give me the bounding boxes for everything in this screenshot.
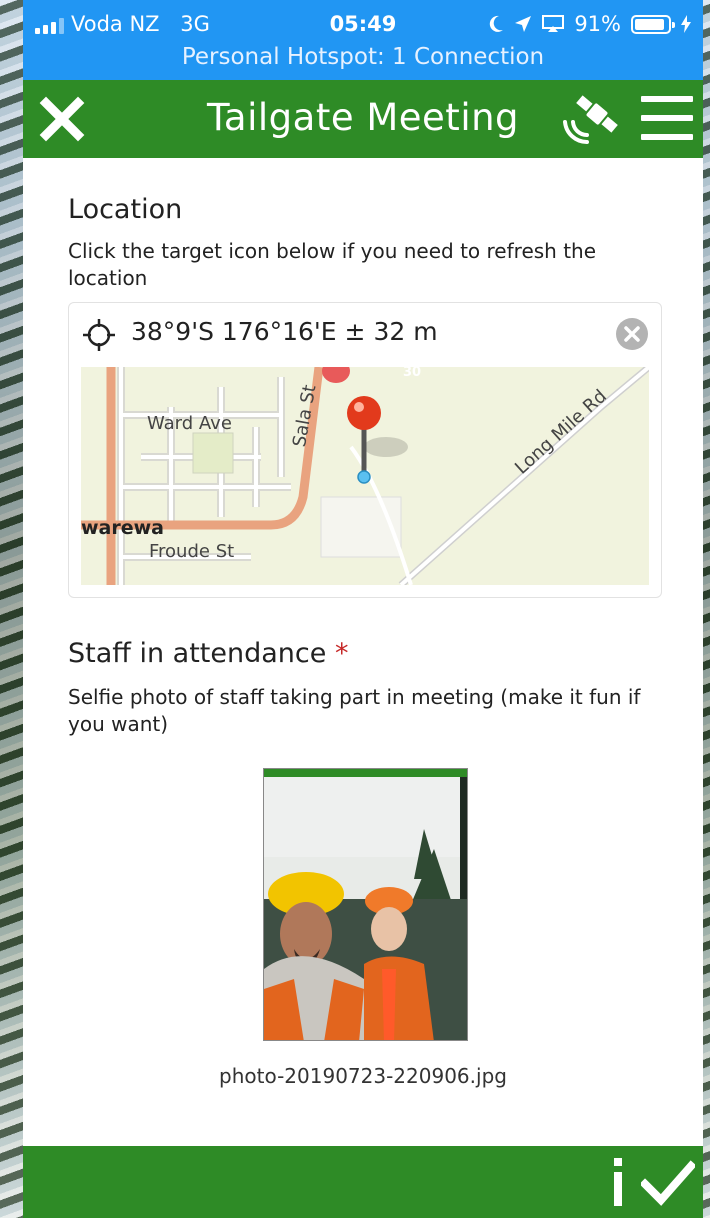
- app-bar: Tailgate Meeting: [23, 80, 703, 158]
- background-edge-left: [0, 0, 23, 1218]
- staff-hint: Selfie photo of staff taking part in mee…: [68, 685, 641, 736]
- map-label-froude-st: Froude St: [149, 541, 235, 562]
- status-bar: Voda NZ 3G 05:49 91% Personal Hotspot: 1…: [23, 0, 703, 80]
- staff-photo[interactable]: [263, 768, 468, 1041]
- submit-button[interactable]: [639, 1160, 697, 1206]
- hamburger-menu-icon: [641, 96, 693, 140]
- menu-button[interactable]: [641, 96, 693, 146]
- selfie-photo-image: [264, 769, 467, 1040]
- battery-icon: [631, 14, 675, 34]
- refresh-location-button[interactable]: [83, 319, 115, 351]
- required-marker: *: [334, 638, 349, 669]
- checkmark-icon: [639, 1160, 697, 1206]
- info-button[interactable]: [607, 1154, 629, 1210]
- moon-icon: [490, 15, 504, 32]
- bottom-toolbar: [23, 1146, 703, 1218]
- gps-status-button[interactable]: [559, 92, 619, 148]
- location-label: Location: [68, 194, 183, 225]
- info-icon: [614, 1158, 622, 1206]
- satellite-icon: [563, 95, 618, 145]
- hotspot-banner[interactable]: Personal Hotspot: 1 Connection: [23, 44, 703, 70]
- background-edge-right: [703, 0, 710, 1218]
- map-label-warewa: warewa: [81, 517, 165, 539]
- crosshair-icon: [83, 319, 115, 351]
- charging-bolt-icon: [681, 15, 691, 33]
- staff-label-text: Staff in attendance: [68, 638, 327, 669]
- airplay-icon: [542, 15, 565, 32]
- staff-label: Staff in attendance *: [68, 638, 348, 669]
- location-hint: Click the target icon below if you need …: [68, 239, 597, 290]
- location-map[interactable]: 30 Ward Ave Sala St Long Mile Rd Froude …: [81, 367, 649, 585]
- speed-sign-label: 30: [403, 367, 422, 380]
- clear-icon: [616, 318, 648, 350]
- battery-percent: 91%: [574, 12, 621, 36]
- location-field: 38°9'S 176°16'E ± 32 m 30 Ward Ave Sala …: [68, 302, 662, 598]
- app-screen: Voda NZ 3G 05:49 91% Personal Hotspot: 1…: [23, 0, 703, 1218]
- map-label-ward-ave: Ward Ave: [147, 413, 232, 434]
- coordinates-readout: 38°9'S 176°16'E ± 32 m: [131, 317, 438, 346]
- photo-filename: photo-20190723-220906.jpg: [219, 1064, 507, 1088]
- location-arrow-icon: [515, 16, 532, 32]
- clear-location-button[interactable]: [615, 317, 649, 351]
